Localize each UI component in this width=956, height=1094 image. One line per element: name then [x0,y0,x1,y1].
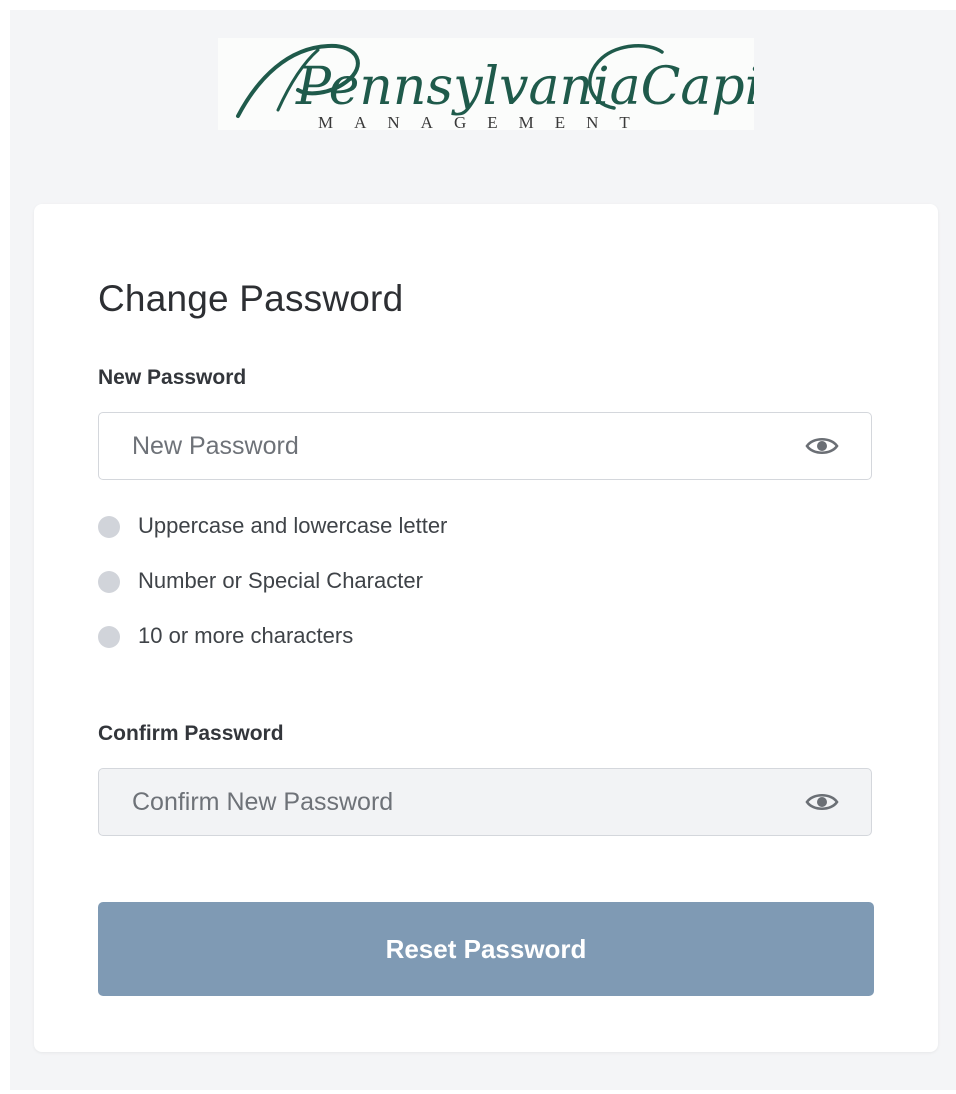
new-password-field-container [98,412,872,480]
password-requirements-list: Uppercase and lowercase letter Number or… [98,512,447,677]
confirm-password-field-container [98,768,872,836]
requirement-status-dot [98,571,120,593]
requirement-status-dot [98,516,120,538]
confirm-password-label: Confirm Password [98,722,284,745]
requirement-item: 10 or more characters [98,622,447,677]
requirement-item: Uppercase and lowercase letter [98,512,447,567]
change-password-card: Change Password New Password Uppercase a… [34,204,938,1052]
requirement-text: Number or Special Character [138,568,423,593]
brand-logo: PennsylvaniaCapital MANAGEMENT [218,38,754,130]
requirement-text: 10 or more characters [138,623,354,648]
new-password-label: New Password [98,366,247,389]
confirm-password-input[interactable] [99,769,779,835]
eye-icon[interactable] [805,434,839,458]
page-title: Change Password [98,278,404,319]
eye-icon[interactable] [805,790,839,814]
brand-name-text: PennsylvaniaCapital [295,57,754,117]
brand-tagline-text: MANAGEMENT [318,113,651,130]
requirement-status-dot [98,626,120,648]
page-background: PennsylvaniaCapital MANAGEMENT Change Pa… [10,10,956,1090]
new-password-input[interactable] [99,413,779,479]
requirement-item: Number or Special Character [98,567,447,622]
brand-logo-graphic: PennsylvaniaCapital MANAGEMENT [236,43,754,130]
reset-password-button[interactable]: Reset Password [98,902,874,996]
requirement-text: Uppercase and lowercase letter [138,513,448,538]
